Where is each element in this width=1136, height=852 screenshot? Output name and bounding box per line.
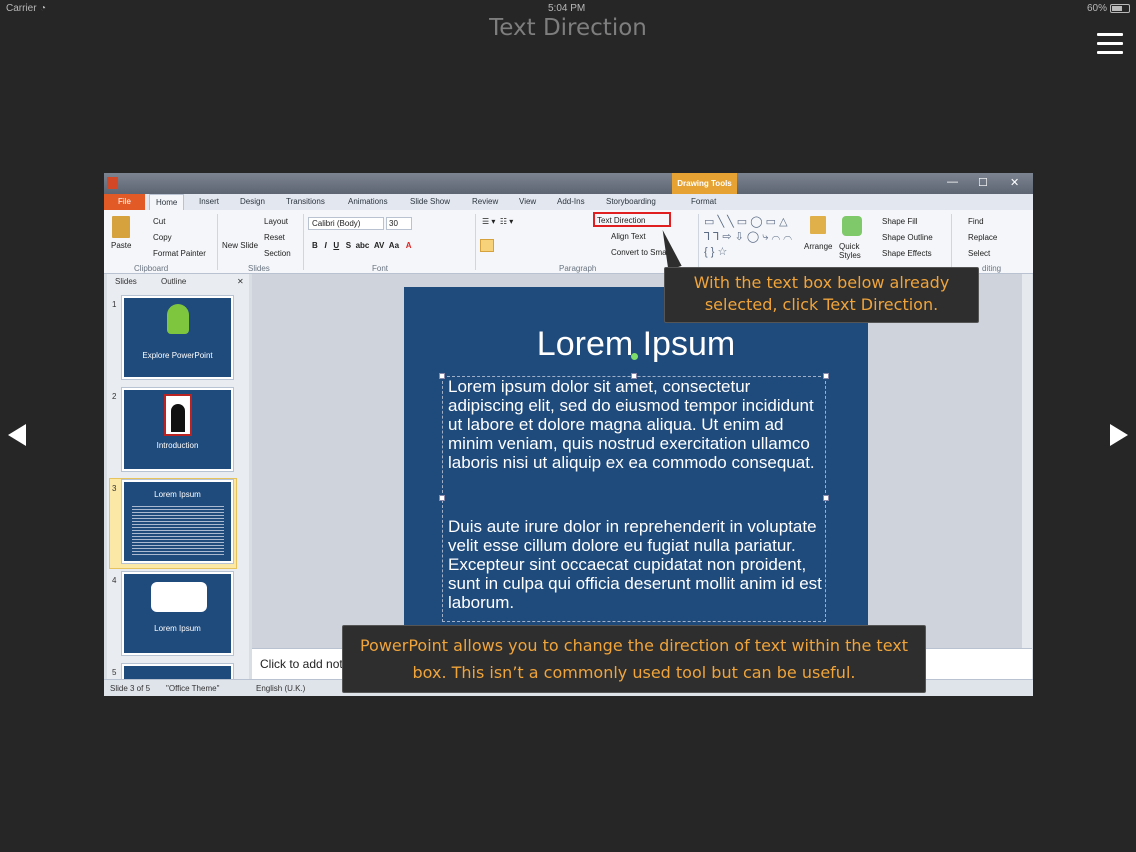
quick-styles-button[interactable]: Quick Styles (839, 242, 865, 260)
thumb-title: Lorem Ipsum (154, 490, 201, 499)
maximize-icon[interactable]: ☐ (978, 176, 988, 189)
select-button[interactable]: Select (968, 249, 990, 258)
slide-thumbnail-1[interactable]: Explore PowerPoint (121, 295, 234, 380)
body-paragraph-2: Duis aute irure dolor in reprehenderit i… (448, 517, 822, 612)
language-label: English (U.K.) (256, 684, 306, 693)
arrange-button[interactable]: Arrange (804, 242, 832, 251)
font-group-label: Font (372, 264, 389, 273)
thumb-title: Introduction (156, 441, 199, 450)
section-button[interactable]: Section (264, 249, 291, 258)
slide-thumbnail-3[interactable]: Lorem Ipsum (121, 479, 234, 564)
clipboard-group-label: Clipboard (134, 264, 169, 273)
close-pane-icon[interactable]: ✕ (237, 277, 244, 286)
format-painter-button[interactable]: Format Painter (153, 249, 206, 258)
previous-step-button[interactable] (8, 424, 26, 446)
ribbon: Paste Cut Copy Format Painter Clipboard … (104, 210, 1033, 274)
slide-counter: Slide 3 of 5 (110, 684, 151, 693)
editing-group-label: diting (982, 264, 1002, 273)
tab-transitions[interactable]: Transitions (286, 197, 325, 206)
window-titlebar: Drawing Tools — ☐ ✕ (104, 173, 1033, 194)
instruction-callout: With the text box below already selected… (664, 267, 979, 323)
tab-slides[interactable]: Slides (115, 277, 137, 286)
tab-add-ins[interactable]: Add-Ins (557, 197, 585, 206)
slide-thumbnail-4[interactable]: Lorem Ipsum (121, 571, 234, 656)
graduation-image (151, 582, 207, 612)
thumb-title: Explore PowerPoint (142, 351, 213, 360)
reset-button[interactable]: Reset (264, 233, 285, 242)
align-text-button[interactable]: Align Text (611, 232, 646, 241)
tab-design[interactable]: Design (240, 197, 265, 206)
font-size-select[interactable]: 30 (386, 217, 412, 230)
person-icon (164, 394, 192, 436)
tab-review[interactable]: Review (472, 197, 498, 206)
tab-animations[interactable]: Animations (348, 197, 388, 206)
slide-edit-area: Lorem Ipsum Lorem ipsum dolor sit amet, … (252, 274, 1032, 648)
thumb-number: 5 (112, 668, 117, 677)
tab-view[interactable]: View (519, 197, 536, 206)
slides-group-label: Slides (248, 264, 270, 273)
powerpoint-screenshot: Drawing Tools — ☐ ✕ File Home Insert Des… (104, 173, 1033, 696)
copy-button[interactable]: Copy (153, 233, 172, 242)
tab-slide-show[interactable]: Slide Show (410, 197, 450, 206)
find-button[interactable]: Find (968, 217, 984, 226)
thumb-number: 4 (112, 576, 117, 585)
wifi-icon: ◔ (40, 3, 47, 14)
font-name-select[interactable]: Calibri (Body) (308, 217, 384, 230)
shapes-gallery[interactable]: ▭ ╲ ╲ ▭ ◯ ▭ △ ⅂ ⅂ ⇨ ⇩ ◯ ⤷ ⌒ ⌒ { } ☆ (704, 215, 794, 260)
slides-pane: Slides Outline ✕ 1 Explore PowerPoint 2 … (107, 274, 249, 685)
paste-icon (112, 216, 130, 238)
powerpoint-logo-icon (107, 177, 118, 189)
align-left-button[interactable] (480, 239, 494, 252)
carrier-label: Carrier (6, 3, 37, 14)
drawing-tools-label: Drawing Tools (672, 173, 737, 194)
body-paragraph-1: Lorem ipsum dolor sit amet, consectetur … (448, 377, 815, 472)
arrange-icon (810, 216, 826, 234)
tab-insert[interactable]: Insert (199, 197, 219, 206)
notes-placeholder: Click to add note (260, 657, 350, 671)
thumb-number: 3 (112, 484, 117, 493)
thumb-number: 1 (112, 300, 117, 309)
current-slide: Lorem Ipsum Lorem ipsum dolor sit amet, … (404, 287, 868, 627)
close-icon[interactable]: ✕ (1010, 176, 1019, 189)
thumb-title: Lorem Ipsum (154, 624, 201, 633)
quick-styles-icon (842, 216, 862, 236)
vertical-scrollbar[interactable] (1022, 274, 1032, 648)
battery-percent: 60% (1087, 3, 1108, 14)
tab-file[interactable]: File (104, 194, 145, 210)
minimize-icon[interactable]: — (947, 176, 958, 188)
tab-outline[interactable]: Outline (161, 277, 186, 286)
paragraph-group-label: Paragraph (559, 264, 597, 273)
rotate-handle[interactable] (631, 353, 638, 360)
bold-button[interactable]: B I U S abc AV Aa A (312, 241, 411, 250)
lightbulb-icon (167, 304, 189, 334)
tab-storyboarding[interactable]: Storyboarding (606, 197, 656, 206)
menu-icon[interactable] (1097, 33, 1123, 55)
next-step-button[interactable] (1110, 424, 1128, 446)
new-slide-button[interactable]: New Slide (222, 241, 258, 250)
slide-thumbnail-2[interactable]: Introduction (121, 387, 234, 472)
shape-fill-button[interactable]: Shape Fill (882, 217, 918, 226)
thumb-text-lines (132, 504, 224, 556)
convert-smartart-button[interactable]: Convert to Smar (611, 248, 669, 257)
lesson-title: Text Direction (489, 15, 647, 41)
battery-icon (1110, 4, 1130, 13)
shape-effects-button[interactable]: Shape Effects (882, 249, 932, 258)
explanation-callout: PowerPoint allows you to change the dire… (342, 625, 926, 693)
clock: 5:04 PM (548, 3, 586, 14)
ribbon-tabs: File Home Insert Design Transitions Anim… (104, 194, 1033, 211)
thumb-number: 2 (112, 392, 117, 401)
theme-name: "Office Theme" (166, 684, 220, 693)
tab-home[interactable]: Home (149, 194, 185, 211)
tab-format[interactable]: Format (691, 197, 716, 206)
text-direction-button[interactable]: Text Direction (597, 216, 645, 225)
paste-button[interactable]: Paste (111, 241, 131, 250)
bullets-button[interactable]: ☰ ▾ ☷ ▾ (482, 217, 513, 226)
layout-button[interactable]: Layout (264, 217, 288, 226)
shape-outline-button[interactable]: Shape Outline (882, 233, 933, 242)
cut-button[interactable]: Cut (153, 217, 165, 226)
replace-button[interactable]: Replace (968, 233, 997, 242)
